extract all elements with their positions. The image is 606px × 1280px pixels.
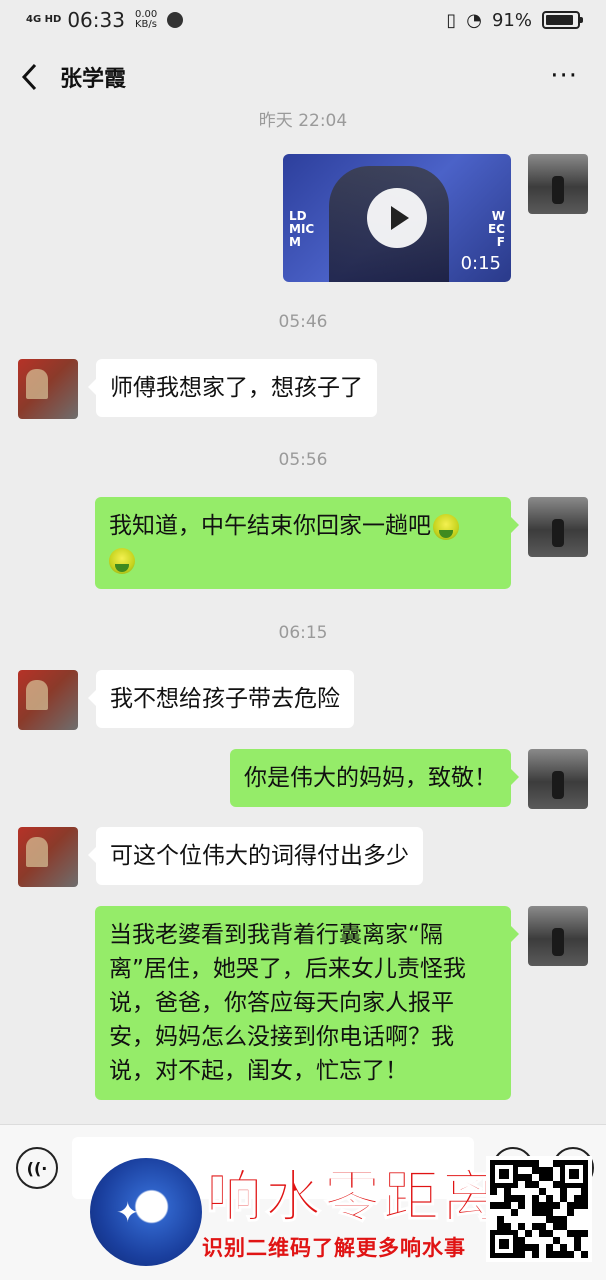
qr-code-image	[486, 1156, 592, 1262]
more-options-icon[interactable]: ···	[550, 63, 578, 89]
status-time: 06:33	[67, 8, 125, 32]
battery-icon	[542, 11, 583, 29]
watermark-title: 响水零距离	[206, 1164, 501, 1231]
vibrate-icon: ▯	[446, 9, 457, 31]
timestamp: 06:15	[278, 623, 328, 643]
chat-header: 张学霞 ···	[0, 40, 606, 114]
voice-input-icon[interactable]: ((·	[16, 1147, 58, 1189]
watermark-logo	[90, 1158, 202, 1266]
timestamp: 05:56	[278, 450, 328, 470]
contact-avatar[interactable]	[18, 670, 78, 730]
incoming-message[interactable]: 可这个位伟大的词得付出多少	[88, 827, 423, 885]
back-icon[interactable]	[0, 40, 60, 114]
my-avatar[interactable]	[528, 906, 588, 966]
wifi-icon: ◔	[466, 9, 482, 31]
video-message[interactable]: LD MIC M W EC F 0:15	[283, 154, 511, 282]
timestamp: 05:46	[278, 312, 328, 332]
chat-title: 张学霞	[60, 67, 127, 92]
contact-avatar[interactable]	[18, 827, 78, 887]
incoming-message[interactable]: 我不想给孩子带去危险	[88, 670, 354, 728]
timestamp: 昨天 22:04	[258, 111, 348, 131]
message-list[interactable]: 昨天 22:04 LD MIC M W EC F 0:15 05:46 师傅我想…	[0, 104, 606, 1124]
watermark-subtitle: 识别二维码了解更多响水事	[202, 1236, 466, 1260]
my-avatar[interactable]	[528, 154, 588, 214]
video-duration: 0:15	[460, 253, 501, 274]
outgoing-message[interactable]: 你是伟大的妈妈，致敬！	[230, 749, 519, 807]
message-text: 我知道，中午结束你回家一趟吧	[109, 513, 431, 539]
play-icon[interactable]	[367, 188, 427, 248]
app-notification-icon	[167, 12, 184, 28]
network-indicator: 4G HD	[26, 14, 62, 25]
network-speed: 0.00 KB/s	[135, 10, 157, 30]
battery-percent: 91%	[491, 9, 532, 31]
my-avatar[interactable]	[528, 749, 588, 809]
contact-avatar[interactable]	[18, 359, 78, 419]
outgoing-message[interactable]: 我知道，中午结束你回家一趟吧	[95, 497, 519, 589]
smile-emoji-icon	[433, 513, 459, 540]
video-caption-left: LD MIC M	[289, 209, 315, 249]
status-bar: 4G HD 06:33 0.00 KB/s ▯ ◔ 91%	[0, 0, 606, 40]
incoming-message[interactable]: 师傅我想家了，想孩子了	[88, 359, 377, 417]
video-caption-right: W EC F	[487, 209, 505, 249]
network-speed-unit: KB/s	[134, 19, 157, 30]
outgoing-message[interactable]: 当我老婆看到我背着行囊离家“隔离”居住，她哭了，后来女儿责怪我说，爸爸，你答应每…	[95, 906, 519, 1100]
my-avatar[interactable]	[528, 497, 588, 557]
smile-emoji-icon	[109, 547, 135, 574]
